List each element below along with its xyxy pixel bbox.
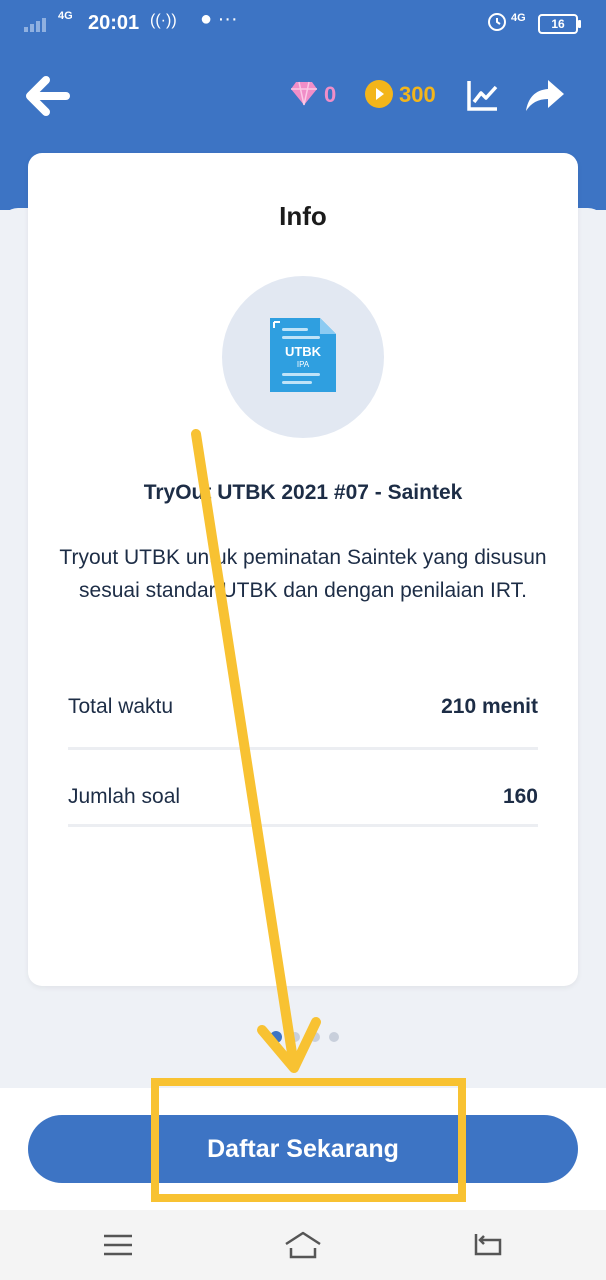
network-label: 4G xyxy=(58,10,73,22)
total-time-value: 210 menit xyxy=(441,695,538,718)
page-dot-3[interactable] xyxy=(310,1032,320,1042)
question-count-label: Jumlah soal xyxy=(68,785,181,808)
tryout-description: Tryout UTBK untuk peminatan Saintek yang… xyxy=(59,546,547,602)
battery-icon: 16 xyxy=(538,14,581,34)
tryout-title: TryOut UTBK 2021 #07 - Saintek xyxy=(143,481,463,504)
more-notifications-icon: ● ··· xyxy=(200,8,238,30)
alarm-icon xyxy=(488,13,506,31)
home-icon[interactable] xyxy=(284,1230,322,1260)
status-bar: 4G 20:01 ((·)) ● ··· 4G 16 xyxy=(0,0,606,48)
hotspot-icon: ((·)) xyxy=(150,12,177,29)
diamond-icon xyxy=(291,81,317,106)
menu-icon[interactable] xyxy=(104,1234,132,1256)
system-navigation-bar xyxy=(0,1210,606,1280)
clock: 20:01 xyxy=(88,12,140,34)
divider xyxy=(68,747,538,750)
share-icon[interactable] xyxy=(524,76,566,114)
question-count-value: 160 xyxy=(502,785,538,808)
register-now-button[interactable]: Daftar Sekarang xyxy=(28,1115,578,1183)
network-label-2: 4G xyxy=(511,12,526,24)
signal-icon xyxy=(24,18,46,32)
page-indicator xyxy=(0,1031,606,1044)
page-dot-1[interactable] xyxy=(270,1031,282,1043)
coin-icon xyxy=(365,80,393,108)
page-dot-2[interactable] xyxy=(290,1032,300,1042)
back-arrow-icon[interactable] xyxy=(24,74,72,118)
card-title: Info xyxy=(279,201,327,231)
document-badge-line2: IPA xyxy=(297,360,310,369)
back-nav-icon[interactable] xyxy=(472,1232,502,1256)
document-icon: UTBK IPA xyxy=(270,318,336,392)
info-card: Info UTBK IPA TryOut UTBK 2021 #07 - Sai… xyxy=(28,153,578,986)
diamond-count: 0 xyxy=(324,82,337,107)
page-dot-4[interactable] xyxy=(329,1032,339,1042)
document-badge-line1: UTBK xyxy=(285,344,322,359)
divider xyxy=(68,824,538,827)
exam-icon-container: UTBK IPA xyxy=(222,276,384,438)
battery-level: 16 xyxy=(551,17,565,31)
total-time-label: Total waktu xyxy=(68,695,174,718)
top-bar: 0 300 xyxy=(0,60,606,130)
coin-count: 300 xyxy=(399,82,436,107)
statistics-icon[interactable] xyxy=(466,78,500,112)
